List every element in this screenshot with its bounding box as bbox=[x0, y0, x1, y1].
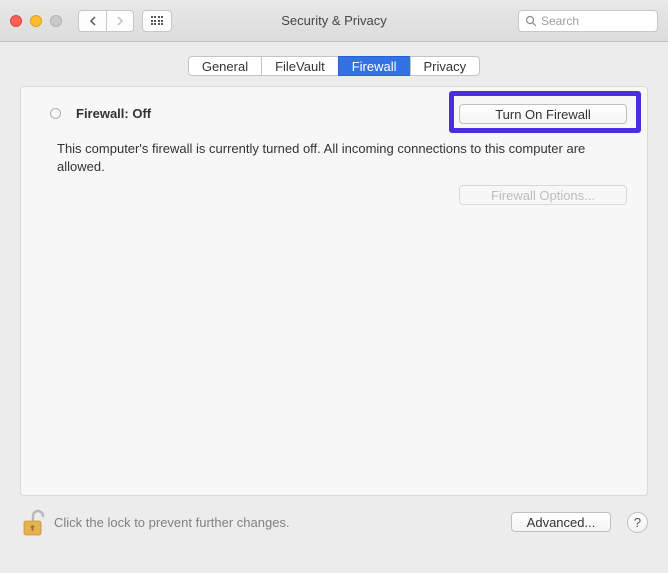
content-area: General FileVault Firewall Privacy Firew… bbox=[0, 42, 668, 496]
tab-general[interactable]: General bbox=[188, 56, 261, 76]
firewall-status-label: Firewall: Off bbox=[76, 106, 151, 121]
firewall-description: This computer's firewall is currently tu… bbox=[57, 140, 591, 175]
window-title: Security & Privacy bbox=[281, 13, 386, 28]
firewall-status-row: Firewall: Off Turn On Firewall bbox=[37, 103, 631, 124]
search-placeholder: Search bbox=[541, 14, 579, 28]
search-icon bbox=[525, 15, 537, 27]
close-window-button[interactable] bbox=[10, 15, 22, 27]
lock-hint-text: Click the lock to prevent further change… bbox=[54, 515, 290, 530]
tab-bar: General FileVault Firewall Privacy bbox=[20, 56, 648, 76]
tab-filevault[interactable]: FileVault bbox=[261, 56, 338, 76]
lock-button[interactable] bbox=[22, 508, 44, 536]
maximize-window-button bbox=[50, 15, 62, 27]
grid-icon bbox=[151, 16, 164, 25]
chevron-left-icon bbox=[89, 16, 97, 26]
advanced-button[interactable]: Advanced... bbox=[511, 512, 611, 532]
status-indicator-icon bbox=[50, 108, 61, 119]
show-all-button[interactable] bbox=[142, 10, 172, 32]
tab-firewall[interactable]: Firewall bbox=[338, 56, 410, 76]
search-input[interactable]: Search bbox=[518, 10, 658, 32]
help-button[interactable]: ? bbox=[627, 512, 648, 533]
turn-on-firewall-button[interactable]: Turn On Firewall bbox=[459, 104, 627, 124]
traffic-lights bbox=[10, 15, 62, 27]
title-bar: Security & Privacy Search bbox=[0, 0, 668, 42]
forward-button[interactable] bbox=[106, 10, 134, 32]
firewall-options-button: Firewall Options... bbox=[459, 185, 627, 205]
back-button[interactable] bbox=[78, 10, 106, 32]
tab-privacy[interactable]: Privacy bbox=[410, 56, 481, 76]
lock-open-icon bbox=[22, 508, 46, 538]
footer: Click the lock to prevent further change… bbox=[0, 496, 668, 536]
chevron-right-icon bbox=[116, 16, 124, 26]
firewall-panel: Firewall: Off Turn On Firewall This comp… bbox=[20, 86, 648, 496]
nav-buttons bbox=[78, 10, 134, 32]
minimize-window-button[interactable] bbox=[30, 15, 42, 27]
